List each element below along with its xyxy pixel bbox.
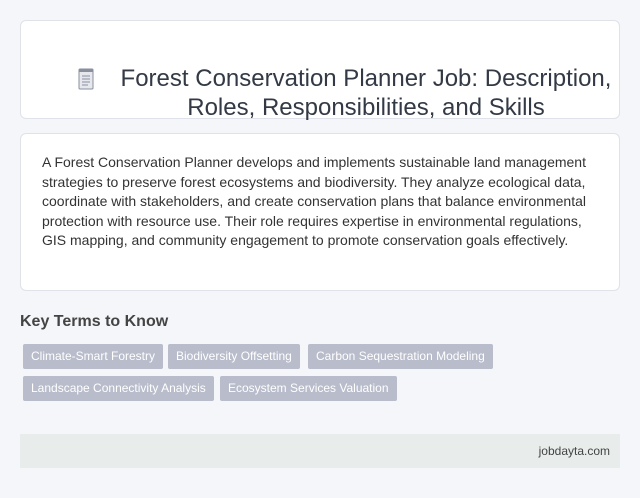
description-text: A Forest Conservation Planner develops a… [42,154,586,248]
title-card: Forest Conservation Planner Job: Descrip… [20,20,620,121]
description-card: A Forest Conservation Planner develops a… [20,133,620,291]
page-title: Forest Conservation Planner Job: Descrip… [120,65,612,121]
tag-climate-smart-forestry[interactable]: Climate-Smart Forestry [23,344,164,369]
footer: jobdayta.com [20,434,620,468]
document-icon [78,68,94,90]
tag-biodiversity-offsetting[interactable]: Biodiversity Offsetting [168,344,300,369]
tag-ecosystem-services-valuation[interactable]: Ecosystem Services Valuation [220,376,397,401]
key-terms-heading: Key Terms to Know [20,313,169,330]
footer-site-link[interactable]: jobdayta.com [539,444,610,458]
tag-carbon-sequestration-modeling[interactable]: Carbon Sequestration Modeling [308,344,493,369]
page: Forest Conservation Planner Job: Descrip… [0,0,640,498]
tag-landscape-connectivity-analysis[interactable]: Landscape Connectivity Analysis [23,376,214,401]
